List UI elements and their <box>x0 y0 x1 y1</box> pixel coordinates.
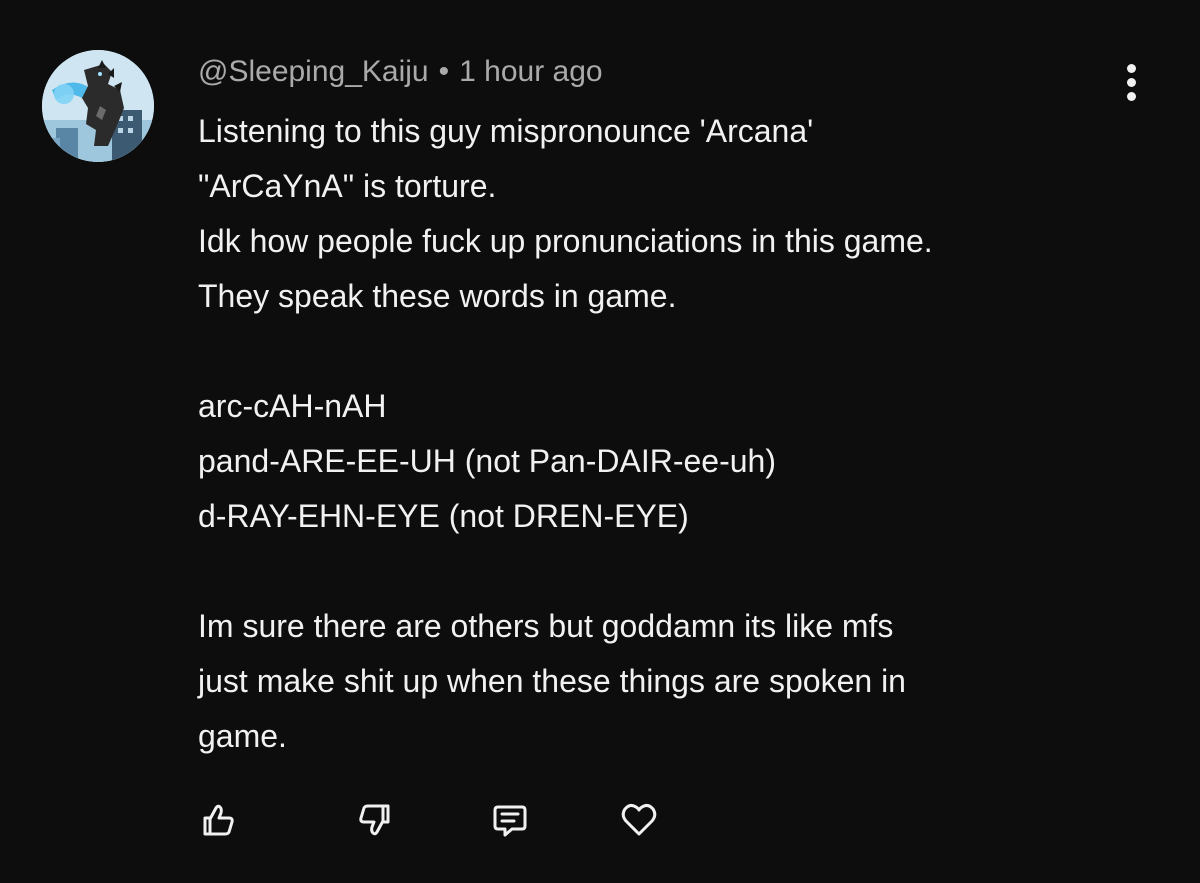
avatar[interactable] <box>42 50 154 162</box>
comment-line: game. <box>198 718 287 754</box>
author-name[interactable]: @Sleeping_Kaiju <box>198 55 429 88</box>
comment-line: pand-ARE-EE-UH (not Pan-DAIR-ee-uh) <box>198 443 776 479</box>
more-options-button[interactable] <box>1112 60 1152 104</box>
reply-button[interactable] <box>482 792 538 848</box>
thumbs-up-icon <box>203 804 234 836</box>
comment-text: Listening to this guy mispronounce 'Arca… <box>198 104 1158 764</box>
comment-line: d-RAY-EHN-EYE (not DREN-EYE) <box>198 498 689 534</box>
meta-separator: • <box>438 55 450 88</box>
dislike-button[interactable] <box>347 792 403 848</box>
dot-icon <box>1127 64 1136 73</box>
comment-icon <box>493 805 527 837</box>
kaiju-avatar-icon <box>42 50 154 162</box>
thumbs-down-icon <box>359 804 390 836</box>
heart-icon <box>621 803 657 836</box>
comment-line: Listening to this guy mispronounce 'Arca… <box>198 113 814 149</box>
comment-line: Idk how people fuck up pronunciations in… <box>198 223 933 259</box>
comment-line: They speak these words in game. <box>198 278 677 314</box>
dot-icon <box>1127 78 1136 87</box>
heart-button[interactable] <box>611 792 667 848</box>
dot-icon <box>1127 92 1136 101</box>
comment-line: just make shit up when these things are … <box>198 663 906 699</box>
comment-line: "ArCaYnA" is torture. <box>198 168 497 204</box>
comment-line: Im sure there are others but goddamn its… <box>198 608 894 644</box>
like-button[interactable] <box>190 792 246 848</box>
timestamp[interactable]: 1 hour ago <box>459 55 602 88</box>
comment-meta: @Sleeping_Kaiju • 1 hour ago <box>198 52 603 92</box>
comment-line: arc-cAH-nAH <box>198 388 387 424</box>
comment-card: @Sleeping_Kaiju • 1 hour ago Listening to … <box>0 0 1200 883</box>
